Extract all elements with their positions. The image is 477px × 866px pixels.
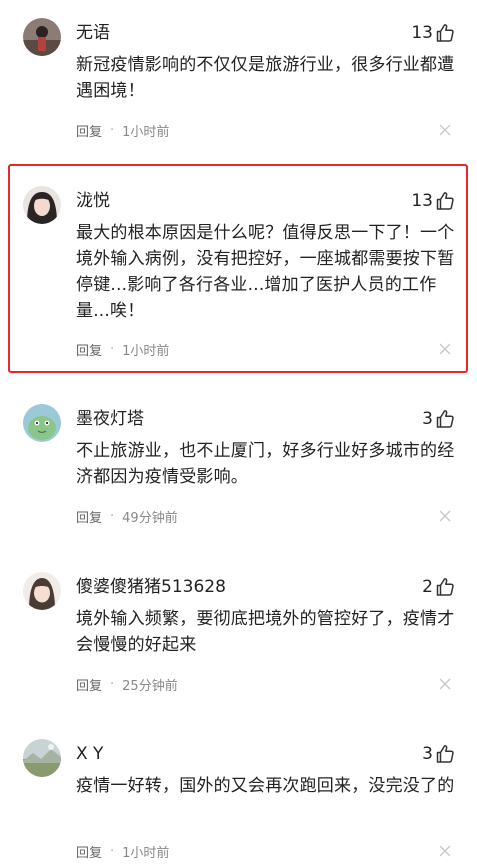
- avatar[interactable]: [23, 18, 61, 56]
- thumbs-up-icon: [436, 410, 454, 428]
- timestamp: 25分钟前: [122, 678, 178, 694]
- like-button[interactable]: 13: [411, 21, 455, 45]
- like-button[interactable]: 3: [422, 407, 455, 431]
- like-count: 13: [411, 191, 433, 211]
- avatar[interactable]: [23, 404, 61, 442]
- avatar[interactable]: [23, 739, 61, 777]
- timestamp: 1小时前: [122, 124, 170, 140]
- timestamp: 1小时前: [122, 845, 170, 861]
- like-count: 2: [422, 577, 433, 597]
- comment-meta: 回复 · 25分钟前: [76, 674, 178, 694]
- close-icon[interactable]: [439, 124, 451, 136]
- like-count: 13: [411, 23, 433, 43]
- username[interactable]: 墨夜灯塔: [76, 407, 144, 431]
- like-button[interactable]: 13: [411, 189, 455, 213]
- thumbs-up-icon: [436, 192, 454, 210]
- separator-dot: ·: [110, 341, 115, 357]
- timestamp: 49分钟前: [122, 510, 178, 526]
- comment-meta: 回复 · 1小时前: [76, 339, 169, 359]
- like-count: 3: [422, 409, 433, 429]
- reply-button[interactable]: 回复: [76, 842, 102, 861]
- comment-meta: 回复 · 49分钟前: [76, 506, 178, 526]
- thumbs-up-icon: [436, 745, 454, 763]
- like-count: 3: [422, 744, 433, 764]
- username[interactable]: 泷悦: [76, 189, 110, 213]
- close-icon[interactable]: [439, 510, 451, 522]
- username[interactable]: X Y: [76, 742, 103, 766]
- comment-meta: 回复 · 1小时前: [76, 841, 169, 861]
- thumbs-up-icon: [436, 578, 454, 596]
- separator-dot: ·: [110, 843, 115, 859]
- thumbs-up-icon: [436, 24, 454, 42]
- comment-text: 不止旅游业，也不止厦门，好多行业好多城市的经济都因为疫情受影响。: [76, 441, 455, 487]
- reply-button[interactable]: 回复: [76, 507, 102, 526]
- comment-text: 新冠疫情影响的不仅仅是旅游行业，很多行业都遭遇困境！: [76, 55, 455, 101]
- avatar[interactable]: [23, 572, 61, 610]
- username[interactable]: 无语: [76, 21, 110, 45]
- reply-button[interactable]: 回复: [76, 121, 102, 140]
- close-icon[interactable]: [439, 845, 451, 857]
- like-button[interactable]: 3: [422, 742, 455, 766]
- close-icon[interactable]: [439, 678, 451, 690]
- close-icon[interactable]: [439, 343, 451, 355]
- comment-text: 最大的根本原因是什么呢？值得反思一下了！一个境外输入病例，没有把控好，一座城都需…: [76, 223, 455, 321]
- like-button[interactable]: 2: [422, 575, 455, 599]
- comment-meta: 回复 · 1小时前: [76, 120, 169, 140]
- avatar[interactable]: [23, 186, 61, 224]
- timestamp: 1小时前: [122, 343, 170, 359]
- reply-button[interactable]: 回复: [76, 675, 102, 694]
- reply-button[interactable]: 回复: [76, 340, 102, 359]
- comment-text: 疫情一好转，国外的又会再次跑回来，没完没了的: [76, 776, 455, 796]
- separator-dot: ·: [110, 676, 115, 692]
- separator-dot: ·: [110, 508, 115, 524]
- username[interactable]: 傻婆傻猪猪513628: [76, 575, 226, 599]
- separator-dot: ·: [110, 122, 115, 138]
- comment-text: 境外输入频繁，要彻底把境外的管控好了，疫情才会慢慢的好起来: [76, 609, 455, 655]
